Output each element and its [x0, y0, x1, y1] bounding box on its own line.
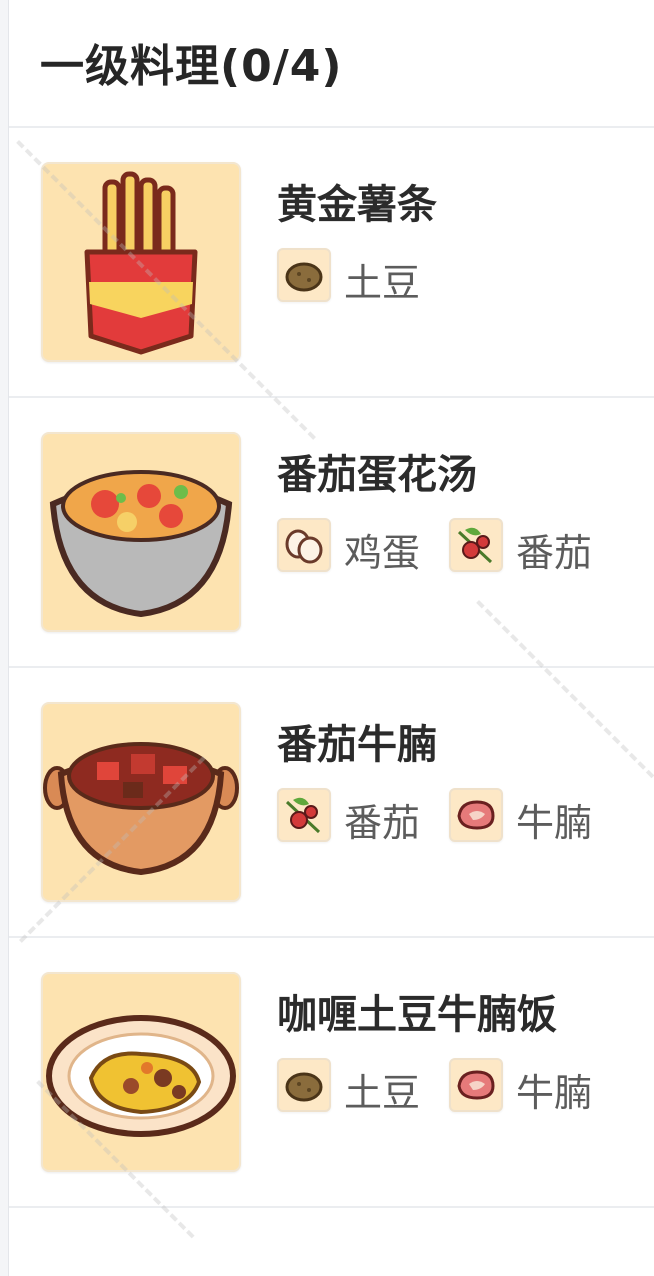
recipe-card-tomato-beef-brisket[interactable]: 番茄牛腩 番茄 牛腩 — [9, 668, 654, 938]
beef-brisket-icon — [449, 788, 503, 842]
egg-icon — [277, 518, 331, 572]
ingredient-label: 鸡蛋 — [344, 531, 421, 575]
tomato-beef-brisket-icon — [41, 702, 241, 902]
tomato-egg-soup-icon — [41, 432, 241, 632]
golden-fries-icon — [41, 162, 241, 362]
recipe-card-tomato-egg-soup[interactable]: 番茄蛋花汤 鸡蛋 番茄 — [9, 398, 654, 668]
section-header: 一级料理(0/4) — [9, 0, 654, 128]
ingredient-label: 牛腩 — [516, 801, 593, 845]
dish-name: 黄金薯条 — [277, 182, 437, 228]
tomato-icon — [449, 518, 503, 572]
ingredient-label: 土豆 — [344, 1071, 421, 1115]
potato-icon — [277, 1058, 331, 1112]
ingredient-label: 土豆 — [344, 261, 421, 305]
recipe-card-curry-beef-rice[interactable]: 咖喱土豆牛腩饭 土豆 牛腩 — [9, 938, 654, 1208]
ingredient-label: 番茄 — [344, 801, 421, 845]
recipe-card-golden-fries[interactable]: 黄金薯条 土豆 — [9, 128, 654, 398]
dish-name: 番茄蛋花汤 — [277, 452, 477, 498]
tomato-icon — [277, 788, 331, 842]
section-title: 一级料理(0/4) — [40, 41, 343, 92]
recipe-panel: 一级料理(0/4) 黄金薯条 土豆 番茄蛋花汤 鸡蛋 番茄 番茄牛腩 番茄 牛腩… — [8, 0, 654, 1276]
potato-icon — [277, 248, 331, 302]
ingredient-label: 牛腩 — [516, 1071, 593, 1115]
dish-name: 咖喱土豆牛腩饭 — [277, 992, 557, 1038]
dish-name: 番茄牛腩 — [277, 722, 437, 768]
curry-beef-rice-icon — [41, 972, 241, 1172]
beef-brisket-icon — [449, 1058, 503, 1112]
ingredient-label: 番茄 — [516, 531, 593, 575]
